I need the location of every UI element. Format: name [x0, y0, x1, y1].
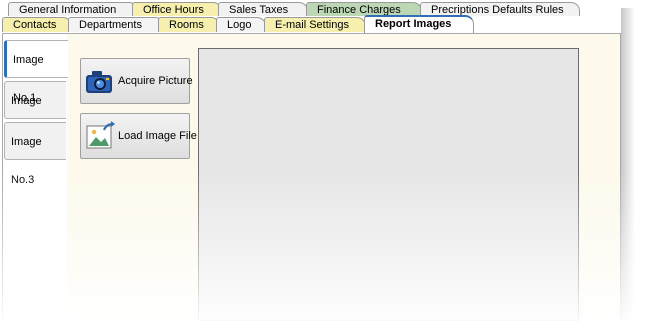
tab-logo[interactable]: Logo [216, 17, 266, 32]
tab-email-settings[interactable]: E-mail Settings [264, 17, 366, 32]
image-preview-box [198, 48, 579, 321]
tab-sales-taxes[interactable]: Sales Taxes [218, 2, 308, 16]
acquire-picture-button[interactable]: Acquire Picture [80, 58, 193, 104]
tab-report-images[interactable]: Report Images [364, 15, 474, 33]
tab-rooms[interactable]: Rooms [158, 17, 220, 32]
load-image-file-button[interactable]: Load Image File [80, 113, 197, 159]
load-image-file-label: Load Image File [118, 130, 197, 142]
tab-general-information[interactable]: General Information [8, 2, 138, 16]
tab-contacts[interactable]: Contacts [2, 17, 72, 32]
acquire-picture-label: Acquire Picture [118, 75, 193, 87]
camera-icon [86, 71, 112, 93]
window-shadow [621, 8, 635, 321]
settings-window: General Information Office Hours Sales T… [0, 0, 645, 321]
tab-finance-charges[interactable]: Finance Charges [306, 2, 422, 16]
tab-image-1[interactable]: Image No.1 [4, 40, 68, 104]
tab-departments[interactable]: Departments [68, 17, 164, 32]
image-file-icon [86, 121, 115, 149]
tab-image-3[interactable]: Image No.3 [4, 122, 66, 186]
tab-office-hours[interactable]: Office Hours [132, 2, 222, 16]
tab-prescriptions-defaults-rules[interactable]: Precriptions Defaults Rules [420, 2, 580, 16]
